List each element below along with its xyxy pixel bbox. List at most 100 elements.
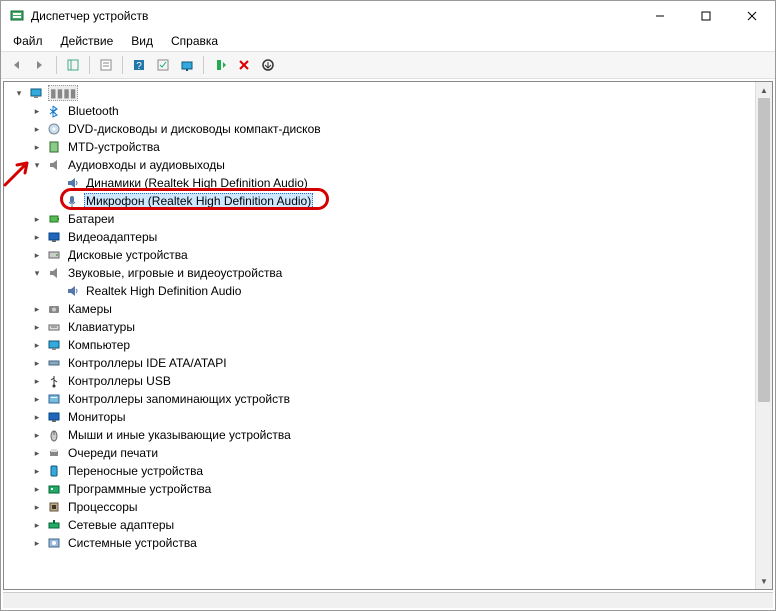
tree-item-label: Компьютер <box>66 337 132 353</box>
menu-help[interactable]: Справка <box>163 32 226 50</box>
ide-icon <box>46 355 62 371</box>
expand-icon[interactable]: ▸ <box>30 140 44 154</box>
expand-icon[interactable]: ▸ <box>30 518 44 532</box>
app-icon <box>9 8 25 24</box>
tree-item[interactable]: ▸ Мыши и иные указывающие устройства <box>30 426 772 444</box>
tree-item[interactable]: ▸ Клавиатуры <box>30 318 772 336</box>
tree-item[interactable]: ▸ Контроллеры IDE ATA/ATAPI <box>30 354 772 372</box>
uninstall-button[interactable] <box>233 54 255 76</box>
expand-icon[interactable]: ▸ <box>30 410 44 424</box>
expand-icon[interactable]: ▾ <box>12 86 26 100</box>
computer-icon <box>28 85 44 101</box>
pc-icon <box>46 337 62 353</box>
dvd-icon <box>46 121 62 137</box>
properties-button[interactable] <box>95 54 117 76</box>
speaker-icon <box>64 175 80 191</box>
tree-item[interactable]: ▸ Bluetooth <box>30 102 772 120</box>
scan-button[interactable] <box>176 54 198 76</box>
show-hide-tree-button[interactable] <box>62 54 84 76</box>
expand-icon[interactable]: ▸ <box>30 338 44 352</box>
tree-item-label: Мониторы <box>66 409 127 425</box>
minimize-button[interactable] <box>637 1 683 31</box>
tree-item[interactable]: Динамики (Realtek High Definition Audio) <box>48 174 772 192</box>
action-button[interactable] <box>152 54 174 76</box>
menu-file[interactable]: Файл <box>5 32 51 50</box>
expand-icon[interactable]: ▸ <box>30 464 44 478</box>
tree-item[interactable]: Микрофон (Realtek High Definition Audio) <box>48 192 772 210</box>
tree-item[interactable]: ▸ Видеоадаптеры <box>30 228 772 246</box>
tree-item-label: Мыши и иные указывающие устройства <box>66 427 293 443</box>
expand-icon[interactable]: ▸ <box>30 230 44 244</box>
device-tree[interactable]: ▾ ▮▮▮▮ ▸ Bluetooth ▸ DVD-дисководы и дис… <box>4 82 772 589</box>
tree-item[interactable]: ▸ MTD-устройства <box>30 138 772 156</box>
maximize-button[interactable] <box>683 1 729 31</box>
scroll-up-icon[interactable]: ▲ <box>756 82 772 98</box>
usb-icon <box>46 373 62 389</box>
expand-icon[interactable]: ▸ <box>30 500 44 514</box>
titlebar: Диспетчер устройств <box>1 1 775 31</box>
tree-root[interactable]: ▾ ▮▮▮▮ <box>12 84 772 102</box>
tree-item[interactable]: ▸ Контроллеры запоминающих устройств <box>30 390 772 408</box>
window-title: Диспетчер устройств <box>31 9 148 23</box>
tree-item-label: Дисковые устройства <box>66 247 190 263</box>
battery-icon <box>46 211 62 227</box>
tree-item-label: DVD-дисководы и дисководы компакт-дисков <box>66 121 323 137</box>
bluetooth-icon <box>46 103 62 119</box>
tree-item[interactable]: ▸ Процессоры <box>30 498 772 516</box>
expand-icon[interactable]: ▸ <box>30 302 44 316</box>
system-icon <box>46 535 62 551</box>
tree-item[interactable]: ▸ DVD-дисководы и дисководы компакт-диск… <box>30 120 772 138</box>
printer-icon <box>46 445 62 461</box>
forward-button[interactable] <box>29 54 51 76</box>
scroll-thumb[interactable] <box>758 98 770 402</box>
tree-item-label: Аудиовходы и аудиовыходы <box>66 157 227 173</box>
expand-icon[interactable]: ▸ <box>30 446 44 460</box>
tree-item[interactable]: ▸ Батареи <box>30 210 772 228</box>
tree-item[interactable]: ▸ Системные устройства <box>30 534 772 552</box>
expand-icon[interactable]: ▸ <box>30 482 44 496</box>
tree-item[interactable]: ▸ Камеры <box>30 300 772 318</box>
expand-icon[interactable]: ▸ <box>30 374 44 388</box>
tree-item-label: MTD-устройства <box>66 139 162 155</box>
tree-item-label: Процессоры <box>66 499 140 515</box>
expand-icon[interactable]: ▸ <box>30 248 44 262</box>
expand-icon[interactable]: ▸ <box>30 122 44 136</box>
enable-button[interactable] <box>209 54 231 76</box>
root-label: ▮▮▮▮ <box>48 85 78 101</box>
tree-item[interactable]: ▸ Контроллеры USB <box>30 372 772 390</box>
tree-item[interactable]: ▸ Дисковые устройства <box>30 246 772 264</box>
expand-icon[interactable]: ▸ <box>30 392 44 406</box>
scroll-down-icon[interactable]: ▼ <box>756 573 772 589</box>
tree-item-label: Видеоадаптеры <box>66 229 159 245</box>
expand-icon[interactable]: ▸ <box>30 428 44 442</box>
expand-icon[interactable]: ▸ <box>30 212 44 226</box>
expand-icon[interactable]: ▸ <box>30 536 44 550</box>
tree-item[interactable]: ▾ Звуковые, игровые и видеоустройства <box>30 264 772 282</box>
expand-icon[interactable]: ▸ <box>30 104 44 118</box>
help-button[interactable]: ? <box>128 54 150 76</box>
collapse-icon[interactable]: ▾ <box>30 158 44 172</box>
software-icon <box>46 481 62 497</box>
vertical-scrollbar[interactable]: ▲ ▼ <box>755 82 772 589</box>
menu-action[interactable]: Действие <box>53 32 122 50</box>
collapse-icon[interactable]: ▾ <box>30 266 44 280</box>
tree-item[interactable]: ▸ Переносные устройства <box>30 462 772 480</box>
close-button[interactable] <box>729 1 775 31</box>
tree-item[interactable]: ▸ Программные устройства <box>30 480 772 498</box>
mouse-icon <box>46 427 62 443</box>
menu-view[interactable]: Вид <box>123 32 161 50</box>
mtd-icon <box>46 139 62 155</box>
tree-item[interactable]: ▸ Компьютер <box>30 336 772 354</box>
expand-icon[interactable]: ▸ <box>30 320 44 334</box>
tree-item-label: Клавиатуры <box>66 319 137 335</box>
tree-item[interactable]: ▸ Очереди печати <box>30 444 772 462</box>
update-driver-button[interactable] <box>257 54 279 76</box>
tree-item[interactable]: ▾ Аудиовходы и аудиовыходы <box>30 156 772 174</box>
tree-item[interactable]: ▸ Мониторы <box>30 408 772 426</box>
back-button[interactable] <box>5 54 27 76</box>
tree-item[interactable]: Realtek High Definition Audio <box>48 282 772 300</box>
tree-item[interactable]: ▸ Сетевые адаптеры <box>30 516 772 534</box>
expand-icon[interactable]: ▸ <box>30 356 44 370</box>
camera-icon <box>46 301 62 317</box>
portable-icon <box>46 463 62 479</box>
